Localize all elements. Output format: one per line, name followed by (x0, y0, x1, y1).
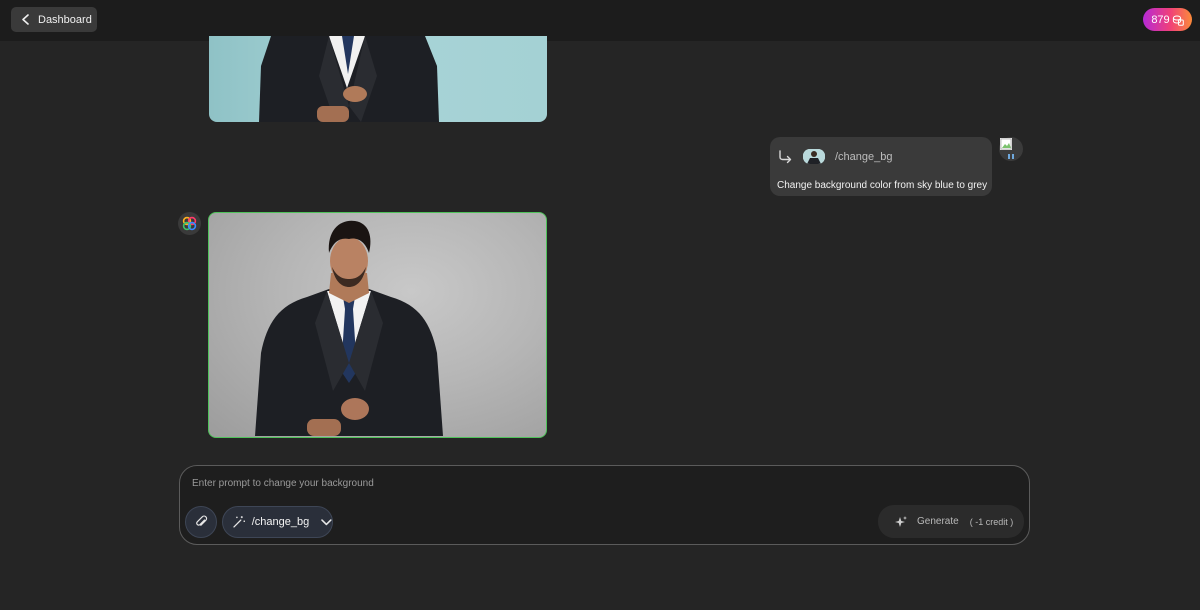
user-message-command: /change_bg (835, 150, 893, 163)
credits-count: 879 (1151, 13, 1170, 26)
prompt-input[interactable] (192, 474, 1012, 492)
user-message-bubble: /change_bg Change background color from … (770, 137, 992, 196)
coins-icon (1172, 15, 1184, 26)
generate-button[interactable]: Generate ( -1 credit ) (878, 505, 1024, 538)
chevron-down-icon (321, 518, 332, 525)
attach-button[interactable] (185, 506, 217, 538)
assistant-logo-icon (182, 216, 197, 231)
thumbnail-figure (803, 149, 825, 164)
user-message-text: Change background color from sky blue to… (777, 180, 988, 191)
prompt-composer: /change_bg Generate ( -1 credit ) (179, 465, 1030, 545)
credits-badge[interactable]: 879 (1143, 8, 1192, 31)
magic-wand-icon (233, 516, 245, 528)
reference-image-thumbnail (803, 149, 825, 164)
man-in-suit-figure (259, 36, 439, 122)
top-bar: Dashboard 879 (0, 0, 1200, 41)
previous-result-image[interactable] (209, 36, 547, 122)
generated-result-image[interactable] (208, 212, 547, 438)
dashboard-back-button[interactable]: Dashboard (11, 7, 97, 32)
generate-label: Generate (917, 516, 959, 527)
chevron-left-icon (22, 14, 29, 25)
sparkle-icon (895, 515, 907, 527)
tool-select-label: /change_bg (251, 516, 310, 528)
generate-cost: ( -1 credit ) (969, 516, 1014, 527)
dashboard-back-label: Dashboard (38, 13, 92, 26)
paperclip-icon (195, 515, 207, 526)
user-avatar-icon (999, 137, 1023, 161)
man-in-suit-figure (255, 220, 443, 436)
assistant-avatar (178, 212, 201, 235)
user-message-reference: /change_bg (778, 149, 893, 164)
reply-arrow-icon (779, 149, 792, 163)
tool-select-dropdown[interactable]: /change_bg (222, 506, 333, 538)
